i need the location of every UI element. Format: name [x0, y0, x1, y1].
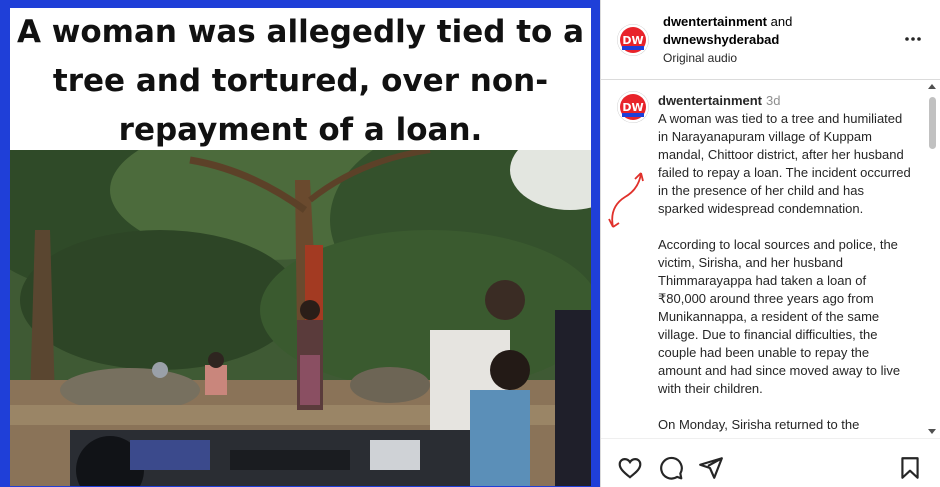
author-primary-link[interactable]: dwentertainment — [663, 14, 767, 29]
more-horizontal-icon — [905, 37, 921, 41]
caption-paragraph-1: A woman was tied to a tree and humiliate… — [658, 111, 915, 216]
author-secondary-link[interactable]: dwnewshyderabad — [663, 32, 779, 47]
post-media[interactable]: A woman was allegedly tied to a tree and… — [0, 0, 600, 487]
avatar-logo-text: DW — [622, 34, 643, 47]
comment-icon — [660, 456, 683, 480]
post-actions — [601, 438, 940, 487]
share-button[interactable] — [698, 455, 724, 481]
save-button[interactable] — [897, 455, 923, 481]
comments-area[interactable]: DW dwentertainment 3d A woman was tied to… — [601, 81, 940, 437]
authors-joiner: and — [767, 14, 793, 29]
scrollbar-thumb[interactable] — [929, 97, 936, 149]
share-icon — [699, 457, 723, 479]
caption-timestamp[interactable]: 3d — [766, 93, 780, 108]
post-authors: dwentertainment and dwnewshyderabad Orig… — [663, 13, 893, 67]
caption-avatar-logo-text: DW — [622, 101, 643, 114]
comments-scrollbar[interactable] — [926, 81, 938, 437]
caption-username[interactable]: dwentertainment — [658, 93, 762, 108]
audio-label[interactable]: Original audio — [663, 49, 893, 67]
author-avatar[interactable]: DW — [617, 24, 649, 56]
caption-paragraph-3: On Monday, Sirisha returned to the — [658, 417, 860, 432]
bookmark-icon — [901, 457, 919, 479]
comment-button[interactable] — [658, 455, 684, 481]
post-caption: dwentertainment 3d A woman was tied to a … — [658, 92, 913, 434]
annotation-arrow-icon — [608, 172, 644, 228]
heart-icon — [618, 458, 642, 479]
post-headline: A woman was allegedly tied to a tree and… — [16, 14, 585, 148]
post-image-frame: A woman was allegedly tied to a tree and… — [10, 8, 591, 486]
caption-avatar[interactable]: DW — [617, 91, 649, 123]
post-photo — [10, 150, 591, 486]
like-button[interactable] — [617, 455, 643, 481]
scroll-up-icon[interactable] — [928, 84, 936, 89]
post-side-panel: DW dwentertainment and dwnewshyderabad O… — [600, 0, 940, 487]
caption-paragraph-2: According to local sources and police, t… — [658, 237, 904, 396]
scroll-down-icon[interactable] — [928, 429, 936, 434]
more-options-button[interactable] — [903, 29, 923, 49]
post-header: DW dwentertainment and dwnewshyderabad O… — [601, 0, 940, 80]
